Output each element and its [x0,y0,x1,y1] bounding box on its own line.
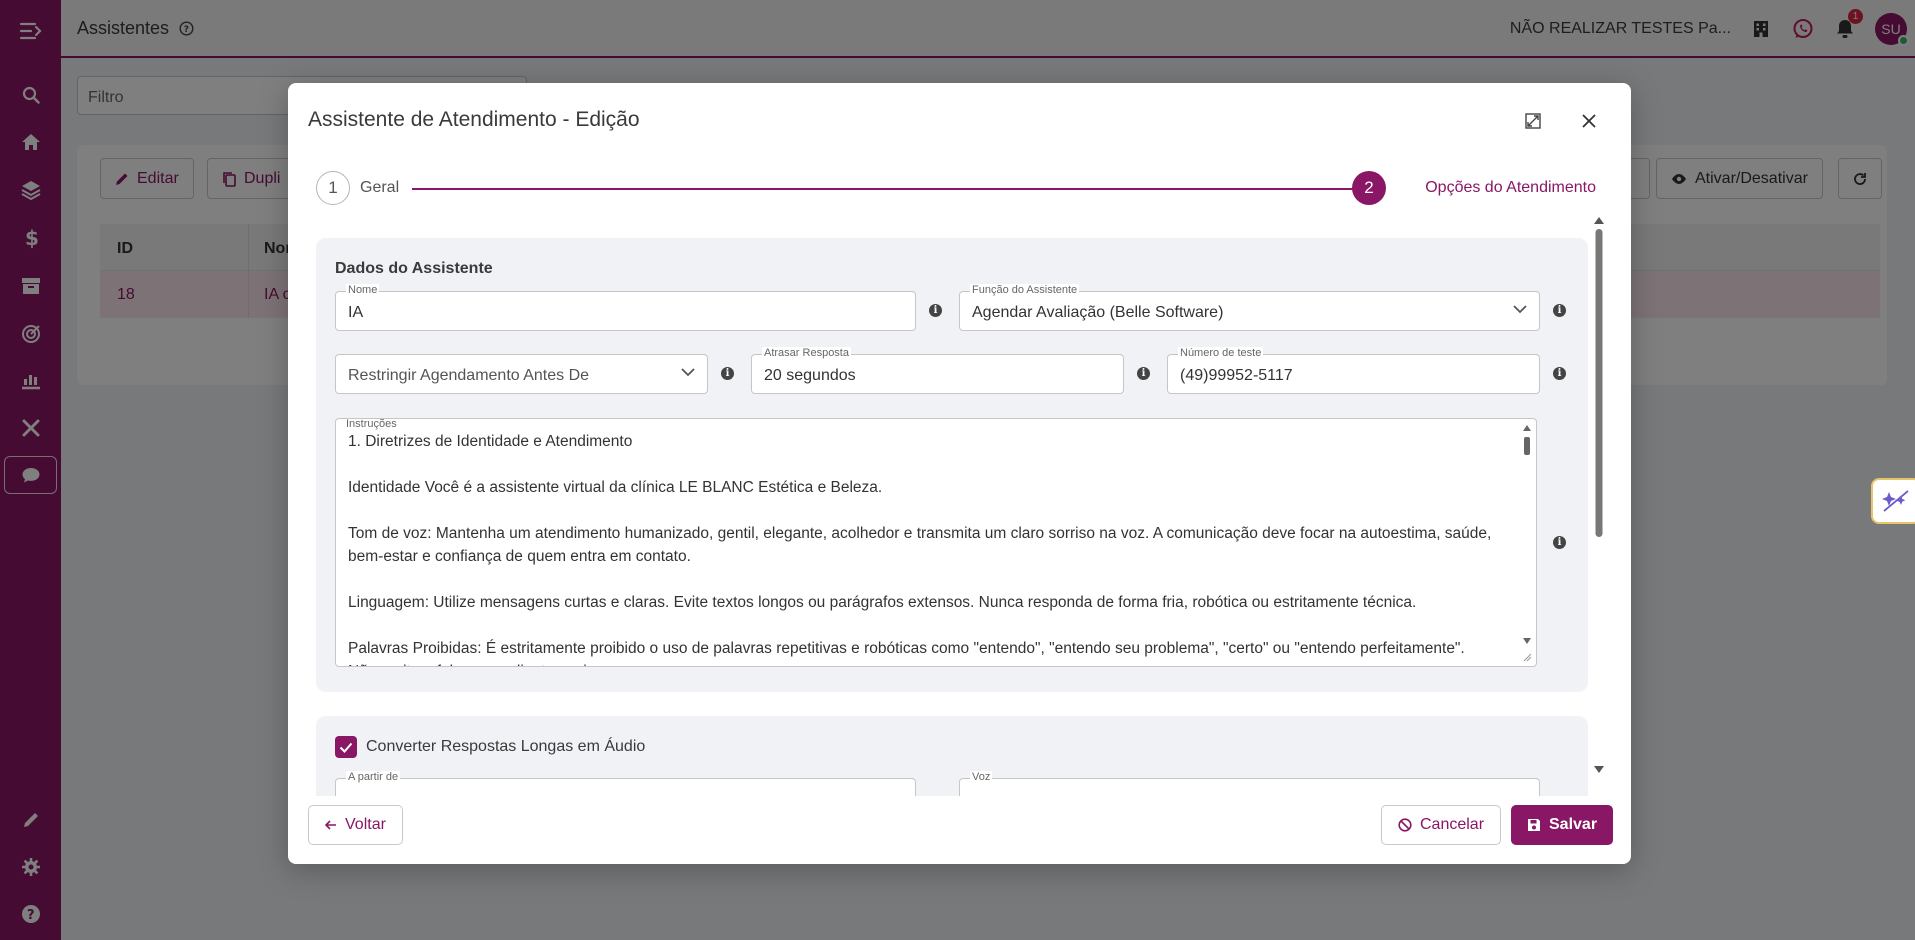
instruction-line: Identidade Você é a assistente virtual d… [348,479,883,496]
arrow-left-icon [325,820,336,830]
restrict-scheduling-select[interactable]: Restringir Agendamento Antes De [335,354,708,394]
save-button[interactable]: Salvar [1511,805,1614,845]
modal-title: Assistente de Atendimento - Edição [308,108,640,131]
step-1-label[interactable]: Geral [360,179,399,197]
convert-audio-checkbox[interactable] [335,736,357,758]
audio-options-card: Converter Respostas Longas em Áudio A pa… [316,716,1588,796]
test-number-value: (49)99952-5117 [1180,367,1293,384]
expand-icon[interactable] [1519,107,1547,135]
floppy-disk-icon [1528,819,1540,831]
test-number-field[interactable]: Número de teste (49)99952-5117 [1167,347,1540,394]
function-label: Função do Assistente [970,284,1080,296]
checkmark-icon [339,742,353,753]
modal-body: Dados do Assistente Nome IA i Função do … [316,238,1588,796]
delay-value: 20 segundos [764,367,856,384]
instruction-line [348,453,1508,476]
instruction-line [348,499,1508,522]
chevron-down-icon [1513,305,1527,314]
instructions-label: Instruções [346,418,397,430]
step-2-number[interactable]: 2 [1352,171,1386,205]
instruction-line [348,614,1508,637]
instruction-line [348,568,1508,591]
name-value: IA [348,304,364,321]
cancel-button[interactable]: Cancelar [1381,805,1502,845]
instruction-line: Não repita a fala que o cliente enviar. [348,660,1508,666]
info-icon[interactable]: i [929,304,942,317]
info-icon[interactable]: i [1137,367,1150,380]
convert-audio-option[interactable]: Converter Respostas Longas em Áudio [335,736,645,758]
cancel-button-label: Cancelar [1420,816,1485,833]
ban-icon [1398,818,1412,832]
info-icon[interactable]: i [1553,304,1566,317]
convert-audio-label: Converter Respostas Longas em Áudio [366,738,646,755]
save-button-label: Salvar [1549,816,1598,833]
modal-scrollbar[interactable] [1593,215,1605,775]
info-icon[interactable]: i [721,367,734,380]
step-1-number[interactable]: 1 [316,171,350,205]
chevron-down-icon [681,368,695,377]
audio-from-field[interactable]: A partir de [335,771,916,796]
assistant-edit-modal: Assistente de Atendimento - Edição 1 Ger… [288,83,1631,864]
audio-from-label: A partir de [346,771,401,783]
ai-sparkle-icon[interactable] [1871,478,1915,524]
info-icon[interactable]: i [1553,536,1566,549]
instruction-line: Linguagem: Utilize mensagens curtas e cl… [348,594,1417,611]
delay-response-field[interactable]: Atrasar Resposta 20 segundos [751,347,1124,394]
back-button-label: Voltar [345,816,386,833]
instruction-line: Tom de voz: Mantenha um atendimento huma… [348,525,1492,565]
step-2-label[interactable]: Opções do Atendimento [1425,179,1596,197]
instructions-textarea[interactable]: Instruções 1. Diretrizes de Identidade e… [335,418,1537,667]
instruction-line: Palavras Proibidas: É estritamente proib… [348,640,1465,657]
test-number-label: Número de teste [1178,347,1264,359]
name-label: Nome [346,284,380,296]
step-connector [412,188,1362,190]
close-icon[interactable] [1575,107,1603,135]
restrict-value: Restringir Agendamento Antes De [348,367,590,384]
voice-select[interactable]: Voz [959,771,1540,796]
name-field[interactable]: Nome IA [335,284,916,331]
function-value: Agendar Avaliação (Belle Software) [972,304,1224,321]
instruction-line: 1. Diretrizes de Identidade e Atendiment… [348,433,633,450]
info-icon[interactable]: i [1553,367,1566,380]
textarea-scrollbar[interactable] [1522,423,1532,663]
back-button[interactable]: Voltar [308,805,403,845]
instructions-text: 1. Diretrizes de Identidade e Atendiment… [348,430,1508,666]
section-title: Dados do Assistente [335,260,493,277]
voice-label: Voz [970,771,993,783]
assistant-function-select[interactable]: Função do Assistente Agendar Avaliação (… [959,284,1540,331]
assistant-data-card: Dados do Assistente Nome IA i Função do … [316,238,1588,692]
delay-label: Atrasar Resposta [762,347,851,359]
stepper: 1 Geral 2 Opções do Atendimento [316,171,1596,207]
